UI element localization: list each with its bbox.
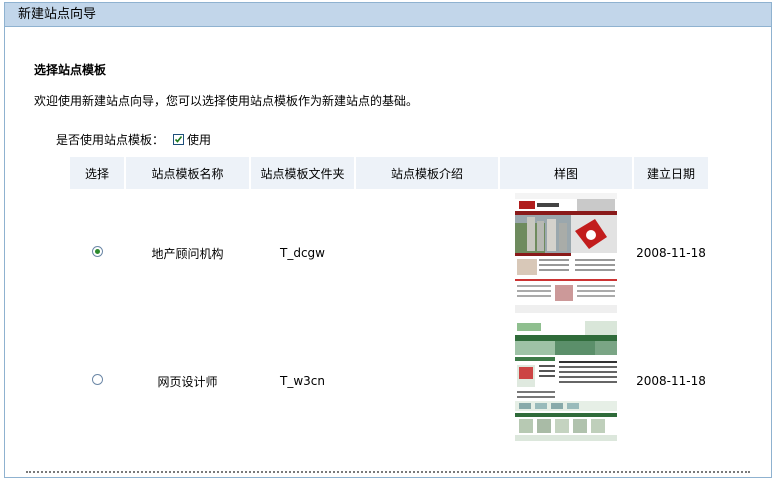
panel-header: 新建站点向导 [5,3,771,27]
sample-cell [500,189,632,317]
template-date: 2008-11-18 [636,246,706,260]
template-folder: T_dcgw [280,246,325,260]
use-template-row: 是否使用站点模板： 使用 [56,131,211,148]
col-header-select: 选择 [70,157,124,189]
col-header-name: 站点模板名称 [126,157,249,189]
template-intro [356,317,498,445]
use-template-checkbox[interactable] [173,134,185,145]
intro-text: 欢迎使用新建站点向导，您可以选择使用站点模板作为新建站点的基础。 [34,94,419,108]
col-header-intro: 站点模板介绍 [356,157,498,189]
table-row: 网页设计师 T_w3cn 2008-11-18 [70,317,708,445]
template-radio-w3cn[interactable] [91,374,103,385]
template-radio-dcgw[interactable] [91,246,103,257]
bottom-divider [26,471,750,473]
table-row: 地产顾问机构 T_dcgw 2008-11-18 [70,189,708,317]
use-template-label: 是否使用站点模板： [56,133,165,147]
use-template-option-label[interactable]: 使用 [187,131,211,148]
template-thumbnail-image[interactable] [515,193,617,313]
sample-cell [500,317,632,445]
panel-title: 新建站点向导 [18,7,97,22]
check-icon [174,136,183,143]
table-header-row: 选择 站点模板名称 站点模板文件夹 站点模板介绍 样图 建立日期 [70,157,708,189]
select-cell [70,189,124,317]
select-cell [70,317,124,445]
template-table: 选择 站点模板名称 站点模板文件夹 站点模板介绍 样图 建立日期 地产顾问机构 … [68,157,710,445]
template-thumbnail-image[interactable] [515,321,617,441]
template-intro [356,189,498,317]
col-header-date: 建立日期 [634,157,708,189]
template-name: 网页设计师 [157,374,218,389]
template-name: 地产顾问机构 [151,246,224,261]
col-header-folder: 站点模板文件夹 [251,157,354,189]
template-date: 2008-11-18 [636,374,706,388]
template-folder: T_w3cn [280,374,325,388]
col-header-sample: 样图 [500,157,632,189]
section-title: 选择站点模板 [34,63,107,77]
